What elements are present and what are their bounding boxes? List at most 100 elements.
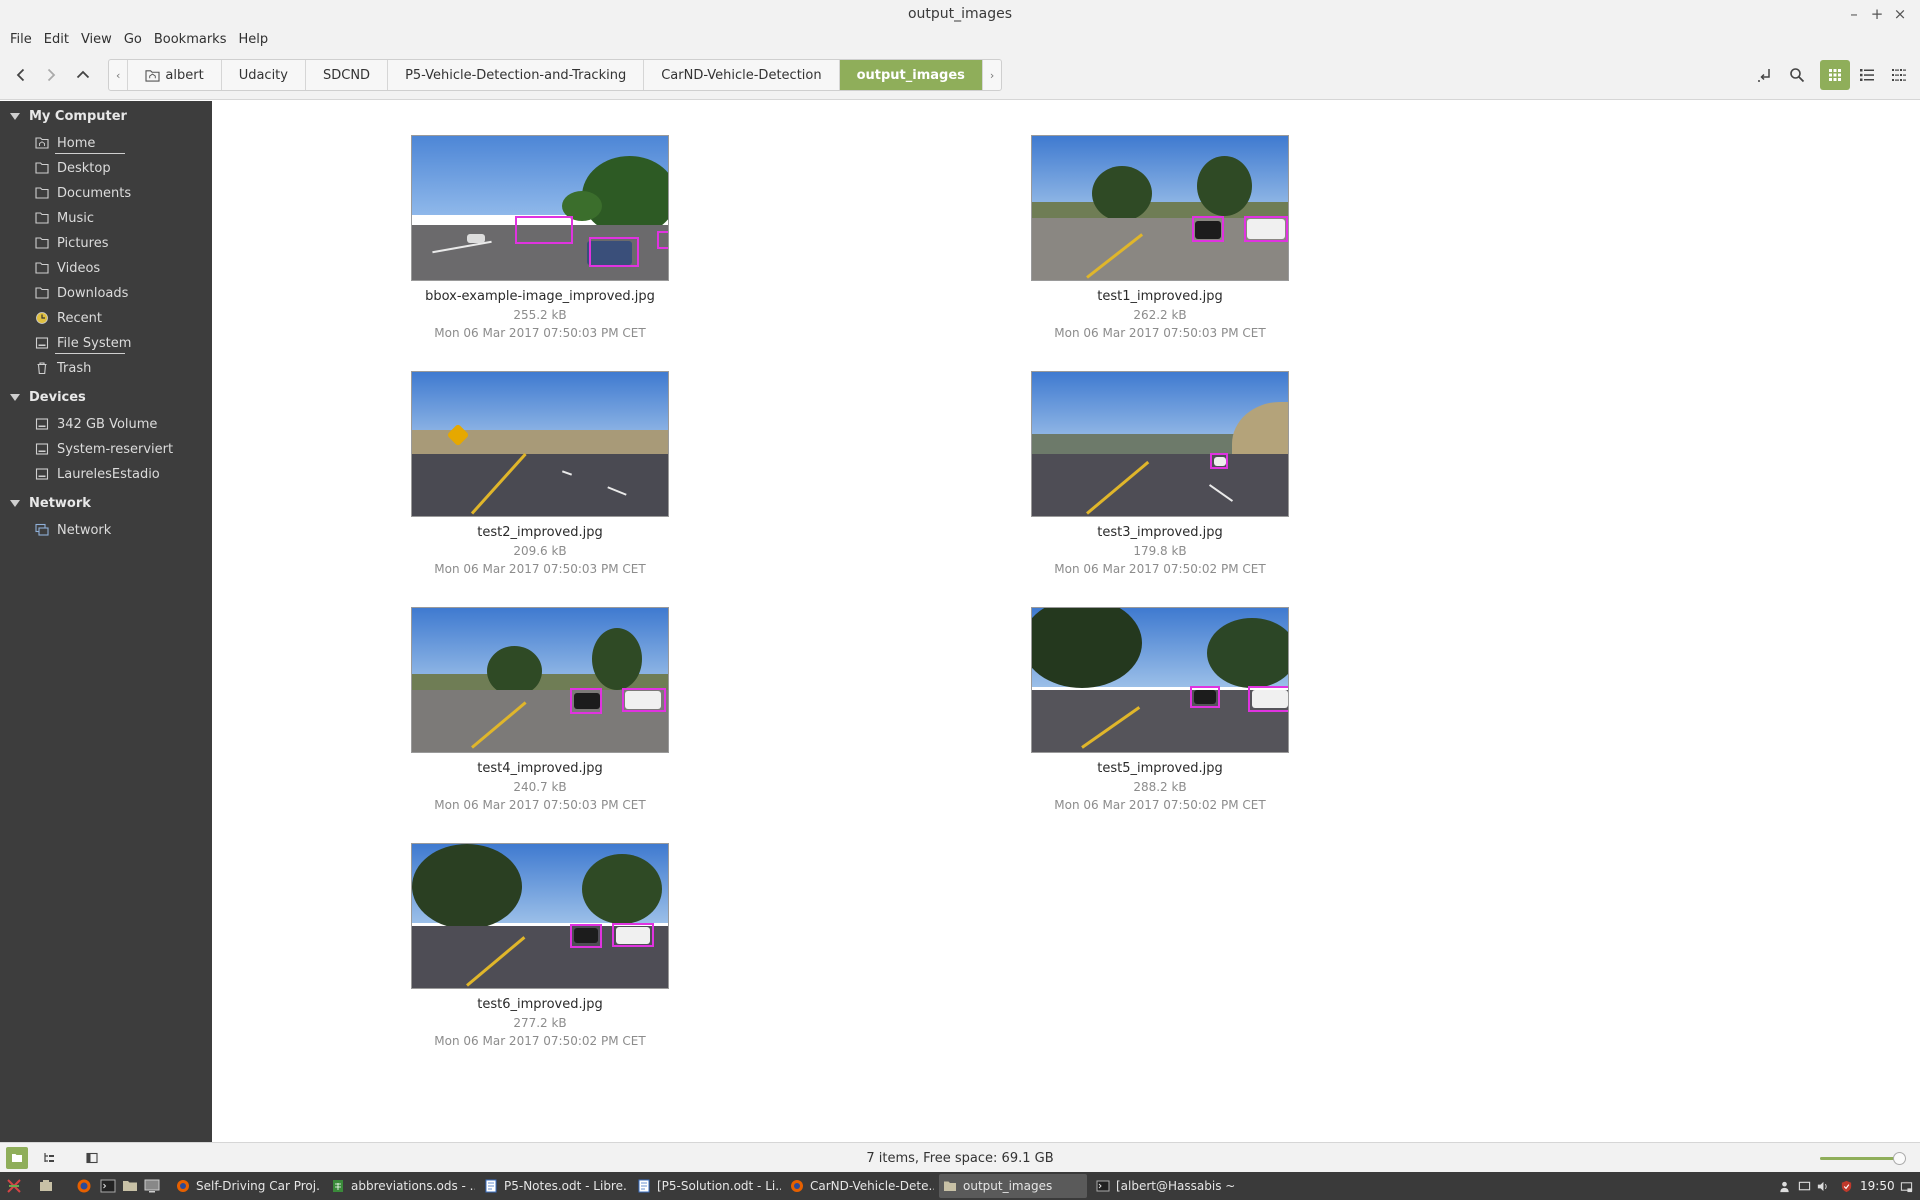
list-icon	[1860, 69, 1874, 81]
sidebar-item-pictures[interactable]: Pictures	[0, 231, 212, 255]
folder-icon	[34, 285, 50, 301]
desktop-icon	[40, 1180, 52, 1191]
taskbar-item[interactable]: P5-Notes.odt - Libre...	[480, 1174, 628, 1198]
minimize-button[interactable]: –	[1843, 3, 1865, 25]
document-icon	[637, 1179, 651, 1193]
window-title: output_images	[907, 6, 1013, 22]
taskbar-item-active[interactable]: output_images	[939, 1174, 1087, 1198]
file-item[interactable]: test6_improved.jpg 277.2 kB Mon 06 Mar 2…	[410, 843, 670, 1048]
sidebar-item-laurelesestadio[interactable]: LaurelesEstadio	[0, 462, 212, 486]
software-launcher[interactable]	[142, 1176, 162, 1196]
menu-help[interactable]: Help	[232, 32, 274, 47]
sidebar-item-desktop[interactable]: Desktop	[0, 156, 212, 180]
file-item[interactable]: bbox-example-image_improved.jpg 255.2 kB…	[410, 135, 670, 340]
folder-icon	[34, 185, 50, 201]
grid-icon	[1829, 69, 1841, 81]
sidebar-item-home[interactable]: Home	[0, 131, 212, 155]
sidebar-item-label: Pictures	[57, 235, 109, 251]
menu-file[interactable]: File	[4, 32, 38, 47]
trash-icon	[34, 360, 50, 376]
compact-view-button[interactable]	[1884, 60, 1914, 90]
sidebar-item-downloads[interactable]: Downloads	[0, 281, 212, 305]
breadcrumb-scroll-right[interactable]: ›	[981, 60, 1001, 90]
sidebar-section-network[interactable]: Network	[0, 492, 91, 514]
taskbar-item[interactable]: [P5-Solution.odt - Li...	[633, 1174, 781, 1198]
menu-go[interactable]: Go	[118, 32, 148, 47]
breadcrumb-albert[interactable]: albert	[128, 60, 222, 90]
up-button[interactable]	[69, 61, 97, 89]
section-title: Network	[29, 495, 91, 511]
show-desktop-launcher[interactable]	[36, 1176, 56, 1196]
menu-bookmarks[interactable]: Bookmarks	[148, 32, 233, 47]
clock[interactable]: 19:50	[1860, 1179, 1895, 1193]
taskbar-item-label: [albert@Hassabis ~	[1116, 1179, 1236, 1193]
sidebar-item-videos[interactable]: Videos	[0, 256, 212, 280]
sidebar-item-label: File System	[57, 335, 132, 351]
sidebar-item-file-system[interactable]: File System	[0, 331, 212, 355]
sidebar-item-342gb-volume[interactable]: 342 GB Volume	[0, 412, 212, 436]
sidebar-item-trash[interactable]: Trash	[0, 356, 212, 380]
taskbar-item[interactable]: CarND-Vehicle-Dete...	[786, 1174, 934, 1198]
toolbar: ‹ albert Udacity SDCND P5-Vehicle-Detect…	[0, 50, 1920, 100]
image-thumbnail	[411, 607, 669, 753]
section-title: My Computer	[29, 108, 127, 124]
close-button[interactable]: ×	[1889, 3, 1911, 25]
breadcrumb-p5[interactable]: P5-Vehicle-Detection-and-Tracking	[388, 60, 645, 90]
volume-tray-icon[interactable]	[1814, 1178, 1830, 1194]
file-item[interactable]: test1_improved.jpg 262.2 kB Mon 06 Mar 2…	[1030, 135, 1290, 340]
sidebar-item-recent[interactable]: Recent	[0, 306, 212, 330]
forward-button[interactable]	[37, 61, 65, 89]
menu-button[interactable]	[4, 1176, 24, 1196]
file-size: 179.8 kB	[1133, 544, 1187, 558]
search-button[interactable]	[1782, 60, 1812, 90]
sidebar-section-my-computer[interactable]: My Computer	[0, 105, 127, 127]
breadcrumb-udacity[interactable]: Udacity	[222, 60, 306, 90]
sidebar-item-label: Documents	[57, 185, 132, 201]
icon-view-button[interactable]	[1820, 60, 1850, 90]
show-desktop-tray[interactable]	[1898, 1178, 1914, 1194]
file-item[interactable]: test3_improved.jpg 179.8 kB Mon 06 Mar 2…	[1030, 371, 1290, 576]
toggle-location-entry-button[interactable]	[1750, 60, 1780, 90]
spreadsheet-icon	[331, 1179, 345, 1193]
status-text: 7 items, Free space: 69.1 GB	[866, 1151, 1054, 1166]
firefox-launcher[interactable]	[74, 1176, 94, 1196]
maximize-button[interactable]: +	[1866, 3, 1888, 25]
back-button[interactable]	[7, 61, 35, 89]
file-item[interactable]: test4_improved.jpg 240.7 kB Mon 06 Mar 2…	[410, 607, 670, 812]
compact-list-icon	[1892, 69, 1906, 81]
files-launcher[interactable]	[120, 1176, 140, 1196]
breadcrumb-sdcnd[interactable]: SDCND	[306, 60, 389, 90]
image-thumbnail	[1031, 371, 1289, 517]
desktop-icon	[1900, 1181, 1912, 1192]
breadcrumb-output-images[interactable]: output_images	[839, 60, 982, 90]
taskbar-item[interactable]: [albert@Hassabis ~	[1092, 1174, 1240, 1198]
terminal-icon	[100, 1179, 116, 1193]
folder-icon	[123, 1181, 137, 1191]
zoom-slider[interactable]	[1820, 1152, 1907, 1165]
terminal-launcher[interactable]	[98, 1176, 118, 1196]
taskbar-item[interactable]: Self-Driving Car Proj...	[172, 1174, 320, 1198]
shield-icon	[1841, 1180, 1851, 1192]
list-view-button[interactable]	[1852, 60, 1882, 90]
detection-box	[570, 688, 602, 714]
taskbar-item[interactable]: abbreviations.ods - ...	[327, 1174, 475, 1198]
menu-view[interactable]: View	[75, 32, 118, 47]
sidebar-item-label: Network	[57, 522, 112, 538]
breadcrumb-carnd[interactable]: CarND-Vehicle-Detection	[644, 60, 840, 90]
breadcrumb-scroll-left[interactable]: ‹	[109, 60, 129, 90]
user-tray-icon[interactable]	[1776, 1178, 1792, 1194]
file-item[interactable]: test2_improved.jpg 209.6 kB Mon 06 Mar 2…	[410, 371, 670, 576]
detection-box	[657, 231, 668, 249]
breadcrumb: ‹ albert Udacity SDCND P5-Vehicle-Detect…	[108, 59, 1003, 91]
sidebar-section-devices[interactable]: Devices	[0, 386, 86, 408]
sidebar-item-music[interactable]: Music	[0, 206, 212, 230]
detection-box	[1192, 216, 1224, 242]
sidebar-item-system-reserviert[interactable]: System-reserviert	[0, 437, 212, 461]
menu-edit[interactable]: Edit	[38, 32, 75, 47]
file-item[interactable]: test5_improved.jpg 288.2 kB Mon 06 Mar 2…	[1030, 607, 1290, 812]
display-tray-icon[interactable]	[1796, 1178, 1812, 1194]
sidebar-item-documents[interactable]: Documents	[0, 181, 212, 205]
zoom-slider-fill	[1820, 1157, 1900, 1160]
update-tray-icon[interactable]	[1838, 1178, 1854, 1194]
sidebar-item-network[interactable]: Network	[0, 518, 212, 542]
